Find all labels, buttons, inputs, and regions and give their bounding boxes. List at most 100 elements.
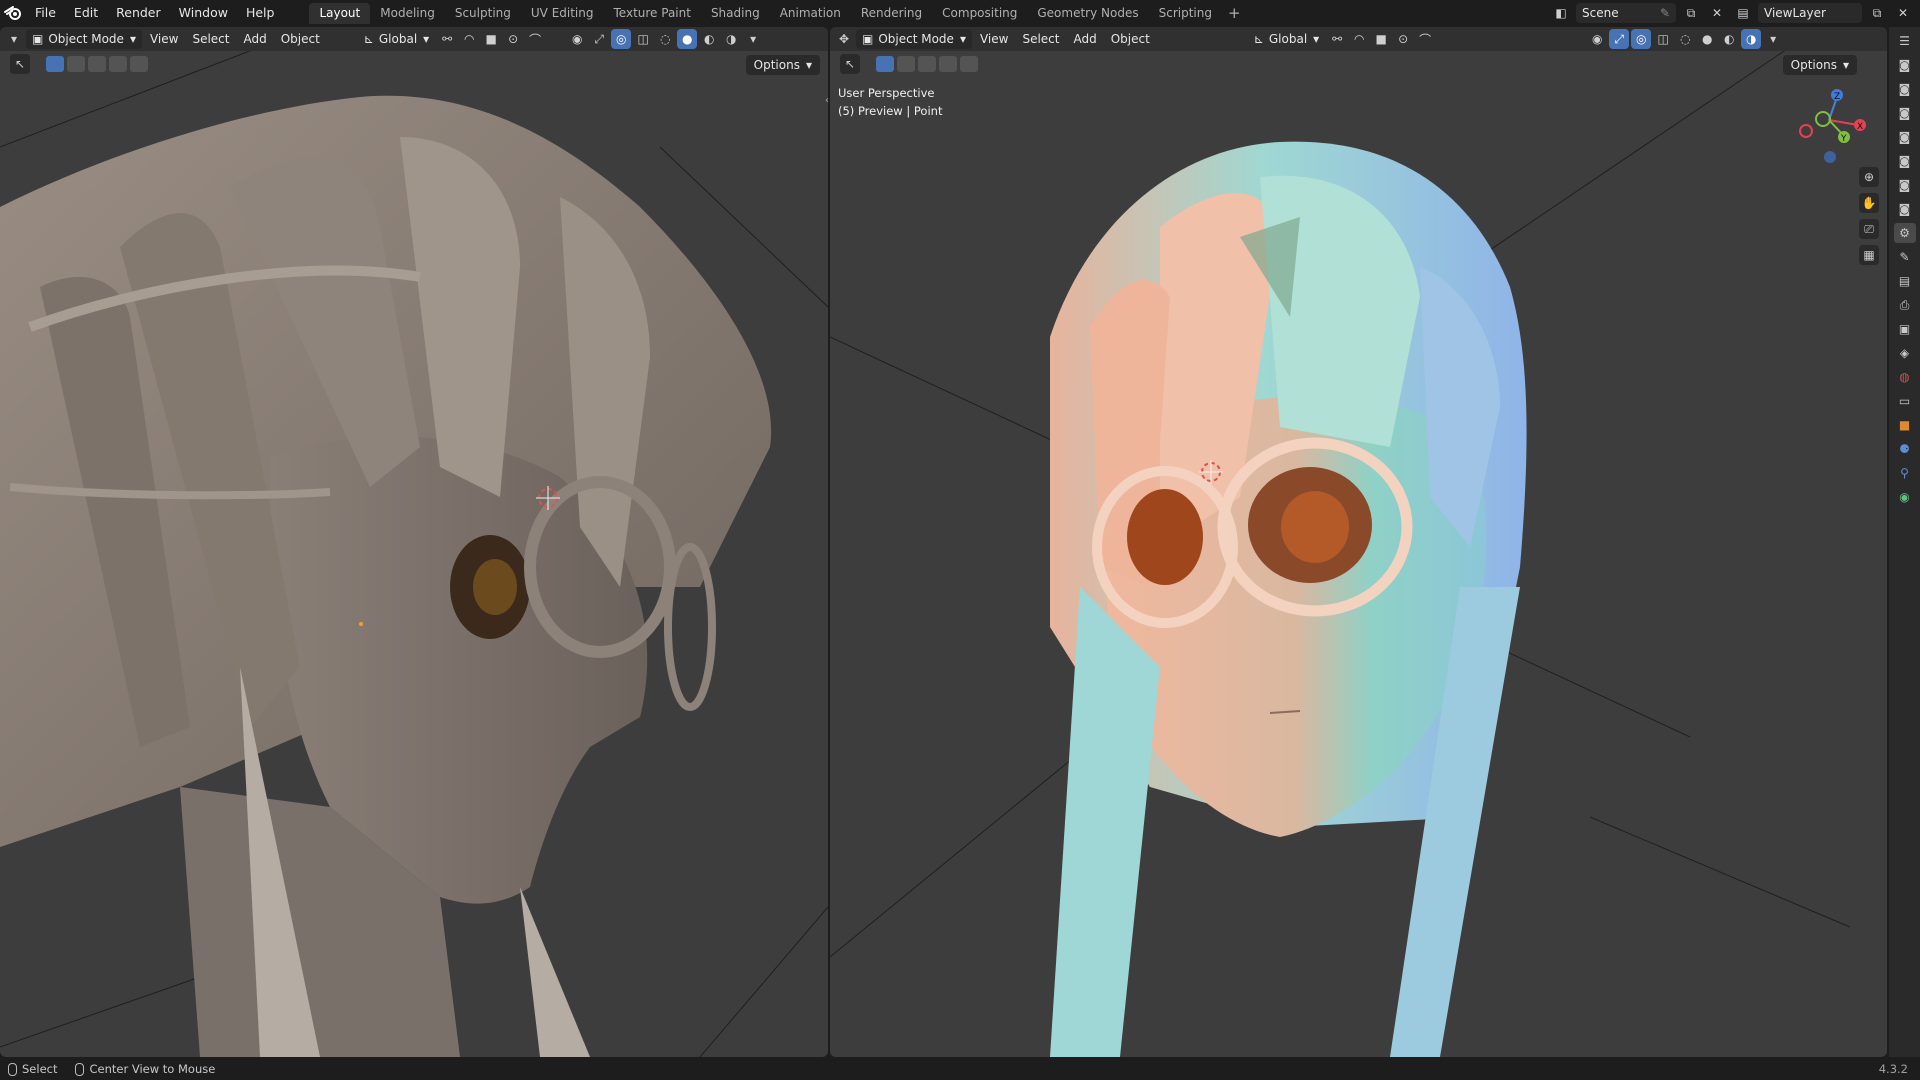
scene-icon[interactable]: ◈ (1894, 343, 1916, 363)
xray-icon[interactable]: ◫ (633, 29, 653, 49)
left-3d-viewport[interactable]: ▾ ▣ Object Mode ▾ View Select Add Object… (0, 27, 828, 1057)
right-menu-add[interactable]: Add (1067, 29, 1102, 49)
tab-texture-paint[interactable]: Texture Paint (604, 3, 701, 24)
pan-hand-icon[interactable]: ✋ (1859, 193, 1879, 213)
tab-shading[interactable]: Shading (701, 3, 770, 24)
menu-help[interactable]: Help (237, 0, 284, 26)
right-menu-select[interactable]: Select (1016, 29, 1065, 49)
rendered-shading-icon[interactable]: ◑ (1741, 29, 1762, 49)
camera-icon[interactable]: ◙ (1894, 175, 1916, 195)
menu-render[interactable]: Render (107, 0, 170, 26)
left-mode-dropdown[interactable]: ▣ Object Mode ▾ (26, 29, 142, 49)
material-shading-icon[interactable]: ◐ (1719, 29, 1739, 49)
select-tool-icon[interactable]: ↖ (840, 54, 860, 74)
scene-selector-icon[interactable]: ◧ (1550, 3, 1572, 23)
snap-icon[interactable]: ◠ (1349, 29, 1369, 49)
collection-icon[interactable]: ▭ (1894, 391, 1916, 411)
right-3d-viewport[interactable]: ✥ ▣ Object Mode ▾ View Select Add Object… (830, 27, 1887, 1057)
xray-icon[interactable]: ◫ (1653, 29, 1673, 49)
falloff-icon[interactable]: ⌒ (1415, 29, 1435, 49)
material-icon[interactable]: ◉ (1894, 487, 1916, 507)
camera-icon[interactable]: ◙ (1894, 127, 1916, 147)
solid-shading-icon[interactable]: ● (1697, 29, 1717, 49)
constraint-icon[interactable]: ⚲ (1894, 463, 1916, 483)
snap-target-icon[interactable]: ■ (481, 29, 501, 49)
overlays-icon[interactable]: ◎ (611, 29, 632, 49)
shading-options-icon[interactable]: ▾ (743, 29, 763, 49)
snap-target-icon[interactable]: ■ (1371, 29, 1391, 49)
pivot-icon[interactable]: ⚯ (437, 29, 457, 49)
left-menu-view[interactable]: View (144, 29, 184, 49)
menu-edit[interactable]: Edit (65, 0, 107, 26)
proportional-edit-icon[interactable]: ⊙ (1393, 29, 1413, 49)
output-icon[interactable]: ⎙ (1894, 295, 1916, 315)
rendered-shading-icon[interactable]: ◑ (721, 29, 741, 49)
left-menu-select[interactable]: Select (186, 29, 235, 49)
shading-options-icon[interactable]: ▾ (1763, 29, 1783, 49)
falloff-icon[interactable]: ⌒ (525, 29, 545, 49)
delete-scene-icon[interactable]: ✕ (1706, 3, 1728, 23)
gizmo-icon[interactable]: ⤢ (1609, 29, 1630, 49)
pivot-icon[interactable]: ⚯ (1327, 29, 1347, 49)
tab-sculpting[interactable]: Sculpting (445, 3, 521, 24)
camera-view-icon[interactable]: ⎚ (1859, 219, 1879, 239)
pin-icon[interactable]: ✎ (1660, 6, 1670, 20)
scene-field[interactable]: Scene ✎ (1576, 3, 1676, 23)
camera-icon[interactable]: ◙ (1894, 151, 1916, 171)
world-icon[interactable]: ◍ (1894, 367, 1916, 387)
tab-compositing[interactable]: Compositing (932, 3, 1027, 24)
left-menu-object[interactable]: Object (275, 29, 326, 49)
properties-icon[interactable]: ⚙ (1893, 223, 1916, 243)
select-subtract-icon[interactable] (918, 56, 936, 72)
menu-file[interactable]: File (26, 0, 65, 26)
new-view-layer-icon[interactable]: ⧉ (1866, 3, 1888, 23)
solid-shading-icon[interactable]: ● (677, 29, 698, 49)
new-scene-icon[interactable]: ⧉ (1680, 3, 1702, 23)
tool-icon[interactable]: ✎ (1894, 247, 1916, 267)
right-menu-view[interactable]: View (974, 29, 1014, 49)
tab-scripting[interactable]: Scripting (1149, 3, 1222, 24)
render-icon[interactable]: ▤ (1894, 271, 1916, 291)
overlays-icon[interactable]: ◎ (1631, 29, 1652, 49)
right-mode-dropdown[interactable]: ▣ Object Mode ▾ (856, 29, 972, 49)
right-options-button[interactable]: Options ▾ (1782, 55, 1857, 75)
camera-icon[interactable]: ◙ (1894, 103, 1916, 123)
left-options-button[interactable]: Options ▾ (745, 55, 820, 75)
tab-animation[interactable]: Animation (770, 3, 851, 24)
select-new-icon[interactable] (46, 56, 64, 72)
delete-view-layer-icon[interactable]: ✕ (1892, 3, 1914, 23)
tab-layout[interactable]: Layout (309, 2, 371, 24)
gizmo-icon[interactable]: ⤢ (589, 29, 609, 49)
camera-icon[interactable]: ◙ (1894, 199, 1916, 219)
visibility-icon[interactable]: ◉ (567, 29, 587, 49)
select-intersect-icon[interactable] (130, 56, 148, 72)
wireframe-shading-icon[interactable]: ◌ (1675, 29, 1695, 49)
editor-type-icon[interactable]: ▾ (4, 29, 24, 49)
left-menu-add[interactable]: Add (237, 29, 272, 49)
editor-type-icon[interactable]: ✥ (834, 29, 854, 49)
perspective-toggle-icon[interactable]: ▦ (1859, 245, 1879, 265)
navigation-gizmo[interactable]: Z X Y (1799, 89, 1866, 163)
modifier-icon[interactable]: ⚈ (1894, 439, 1916, 459)
snap-icon[interactable]: ◠ (459, 29, 479, 49)
select-extend-icon[interactable] (67, 56, 85, 72)
select-extend-icon[interactable] (897, 56, 915, 72)
proportional-edit-icon[interactable]: ⊙ (503, 29, 523, 49)
select-new-icon[interactable] (876, 56, 894, 72)
menu-window[interactable]: Window (170, 0, 237, 26)
view-layer-field[interactable]: ViewLayer (1758, 3, 1862, 23)
view-layer-selector-icon[interactable]: ▤ (1732, 3, 1754, 23)
select-invert-icon[interactable] (109, 56, 127, 72)
view-layer-icon[interactable]: ▣ (1894, 319, 1916, 339)
wireframe-shading-icon[interactable]: ◌ (655, 29, 675, 49)
right-menu-object[interactable]: Object (1105, 29, 1156, 49)
visibility-icon[interactable]: ◉ (1587, 29, 1607, 49)
outliner-icon[interactable]: ☰ (1894, 31, 1916, 51)
tab-geometry-nodes[interactable]: Geometry Nodes (1027, 3, 1148, 24)
select-subtract-icon[interactable] (88, 56, 106, 72)
camera-icon[interactable]: ◙ (1894, 55, 1916, 75)
object-icon[interactable]: ■ (1894, 415, 1916, 435)
select-intersect-icon[interactable] (960, 56, 978, 72)
camera-icon[interactable]: ◙ (1894, 79, 1916, 99)
left-orientation-dropdown[interactable]: ⊾ Global ▾ (358, 29, 435, 49)
